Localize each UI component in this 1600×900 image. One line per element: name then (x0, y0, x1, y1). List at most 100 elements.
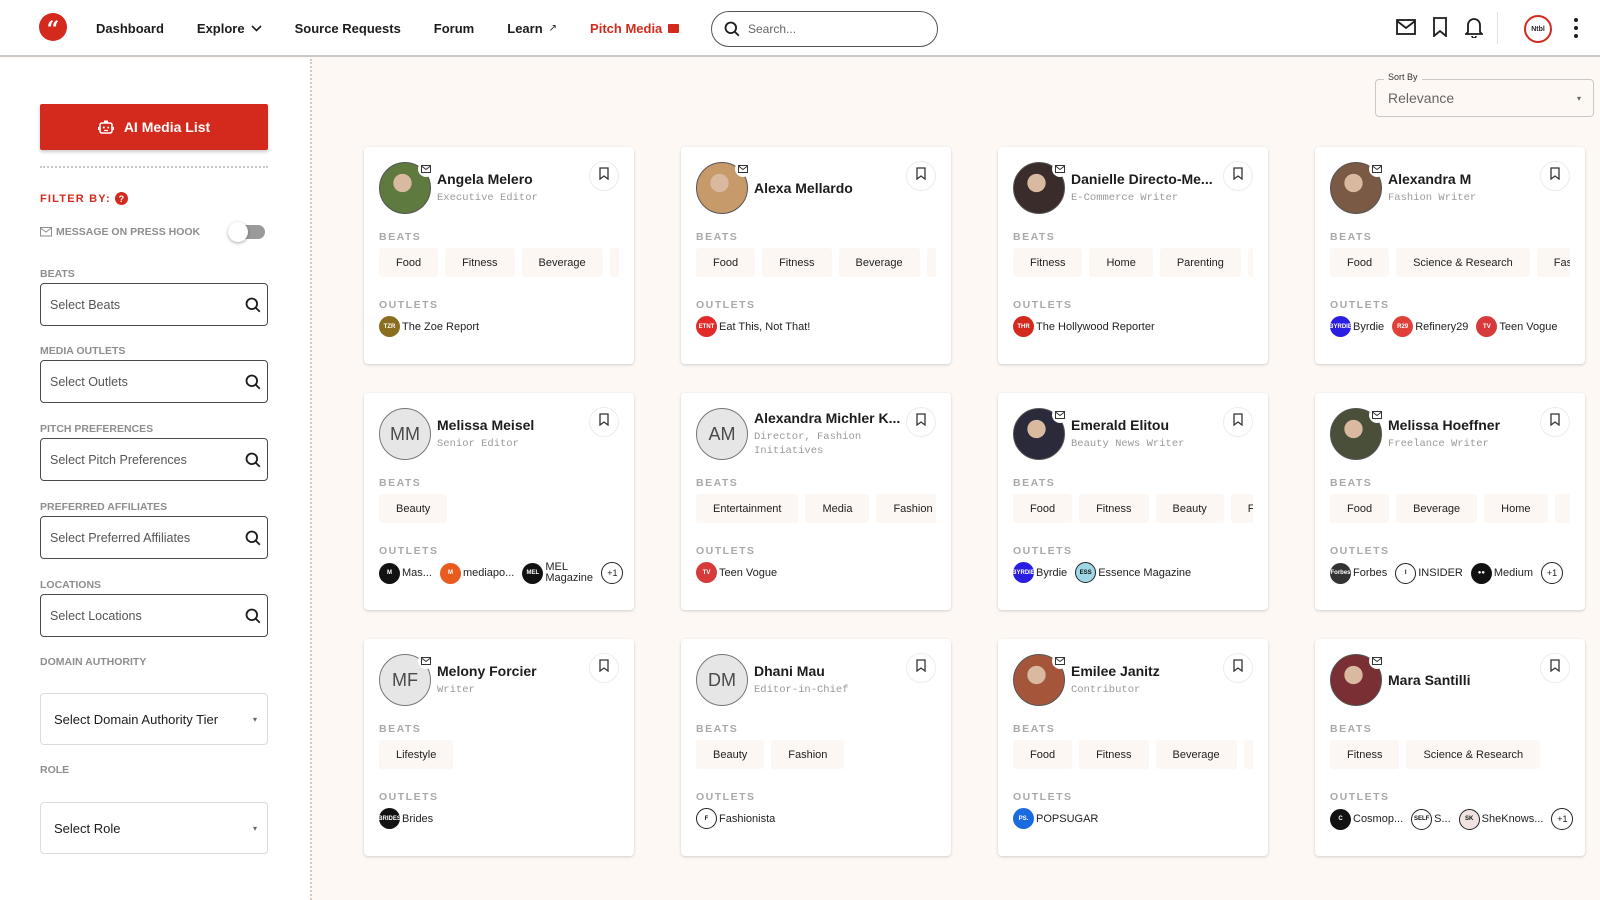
beat-chip[interactable]: E (1243, 740, 1253, 769)
beat-chip[interactable]: Fitness (1079, 740, 1149, 769)
avatar[interactable]: MF (379, 653, 434, 706)
role-select[interactable]: Select Role ▾ (40, 802, 268, 854)
journalist-card[interactable]: MM Melissa Meisel Senior Editor BEATS Beauty… (364, 393, 634, 610)
outlet-item[interactable]: Mmediapo... (439, 562, 514, 584)
journalist-name[interactable]: Alexa Mellardo (754, 180, 904, 196)
ai-media-list-button[interactable]: AI Media List (40, 104, 268, 150)
outlet-item[interactable]: MEL MEL Magazine (522, 562, 593, 584)
beat-chip[interactable]: Fitness (445, 248, 515, 277)
avatar[interactable] (1330, 407, 1385, 460)
bookmark-icon[interactable] (1429, 16, 1451, 38)
journalist-name[interactable]: Danielle Directo-Me... (1071, 171, 1221, 187)
beat-chip[interactable]: Media (805, 494, 870, 523)
outlet-item[interactable]: BYRDIE Byrdie (1330, 316, 1384, 337)
outlet-item[interactable]: F Fashionista (696, 808, 775, 829)
journalist-name[interactable]: Dhani Mau (754, 663, 904, 679)
journalist-card[interactable]: Melissa Hoeffner Freelance Writer BEATS Foo… (1315, 393, 1585, 610)
journalist-name[interactable]: Emilee Janitz (1071, 663, 1221, 679)
outlet-item[interactable]: C Cosmop... (1330, 808, 1403, 830)
bookmark-button[interactable] (1223, 653, 1253, 683)
journalist-name[interactable]: Emerald Elitou (1071, 417, 1221, 433)
bookmark-button[interactable] (1223, 407, 1253, 437)
beat-chip[interactable]: Fitness (1330, 740, 1400, 769)
beat-chip[interactable]: Beverage (1155, 740, 1237, 769)
user-avatar[interactable]: Ntbl (1524, 15, 1552, 43)
outlet-item[interactable]: ESS Essence Magazine (1075, 562, 1191, 583)
outlet-item[interactable]: TV Teen Vogue (1476, 316, 1558, 337)
mail-icon[interactable] (1395, 16, 1417, 38)
beats-filter[interactable] (40, 283, 268, 326)
beat-chip[interactable]: Fashion (876, 494, 936, 523)
outlet-item[interactable]: PS. POPSUGAR (1013, 808, 1098, 829)
beat-chip[interactable]: Parenting (1159, 248, 1241, 277)
outlet-item[interactable]: ETNT Eat This, Not That! (696, 316, 810, 337)
beat-chip[interactable]: Beverage (1396, 494, 1478, 523)
nav-explore[interactable]: Explore (197, 21, 262, 36)
outlet-item[interactable]: ●● Medium (1470, 562, 1533, 584)
beats-filter-input[interactable] (50, 297, 220, 312)
outlet-item[interactable]: SELF S... (1411, 808, 1451, 830)
nav-dashboard[interactable]: Dashboard (96, 21, 164, 36)
avatar[interactable]: DM (696, 654, 748, 706)
more-outlets-button[interactable]: +1 (1551, 808, 1574, 830)
avatar[interactable] (379, 161, 434, 214)
beat-chip[interactable]: T (609, 248, 619, 277)
beat-chip[interactable]: Science & Research (1406, 740, 1541, 769)
more-outlets-button[interactable]: +1 (1541, 562, 1563, 584)
journalist-name[interactable]: Alexandra M (1388, 171, 1538, 187)
beat-chip[interactable]: Home (1484, 494, 1548, 523)
journalist-name[interactable]: Alexandra Michler K... (754, 410, 904, 426)
beat-chip[interactable]: H (1554, 494, 1570, 523)
outlet-item[interactable]: BYRDIE Byrdie (1013, 562, 1067, 583)
journalist-card[interactable]: Danielle Directo-Me... E-Commerce Writer B… (998, 147, 1268, 364)
journalist-card[interactable]: Mara Santilli BEATS Fitness Science & Resea… (1315, 639, 1585, 856)
beat-chip[interactable]: Food (696, 248, 756, 277)
more-outlets-button[interactable]: +1 (601, 562, 624, 584)
bookmark-button[interactable] (589, 407, 619, 437)
beat-chip[interactable]: E (926, 248, 936, 277)
beat-chip[interactable]: Beverage (838, 248, 920, 277)
outlet-item[interactable]: R29 Refinery29 (1392, 316, 1468, 337)
journalist-card[interactable]: Emilee Janitz Contributor BEATS Food Fitness… (998, 639, 1268, 856)
message-on-press-hook-toggle[interactable] (228, 222, 265, 242)
outlet-item[interactable]: SK SheKnows... (1458, 808, 1543, 830)
media-outlets-filter-input[interactable] (50, 374, 220, 389)
beat-chip[interactable]: Fitness (1079, 494, 1149, 523)
help-icon[interactable]: ? (114, 192, 128, 205)
outlet-item[interactable]: TZR The Zoe Report (379, 316, 479, 337)
journalist-card[interactable]: AM Alexandra Michler K... Director, Fashio… (681, 393, 951, 610)
journalist-card[interactable]: Angela Melero Executive Editor BEATS Food Fi… (364, 147, 634, 364)
journalist-name[interactable]: Melissa Meisel (437, 417, 587, 433)
nav-forum[interactable]: Forum (434, 21, 474, 36)
preferred-affiliates-filter[interactable] (40, 516, 268, 559)
beat-chip[interactable]: Beverage (521, 248, 603, 277)
beat-chip[interactable]: Fashion (771, 740, 845, 769)
journalist-name[interactable]: Angela Melero (437, 171, 587, 187)
bookmark-button[interactable] (1540, 407, 1570, 437)
outlet-item[interactable]: TV Teen Vogue (696, 562, 777, 583)
pitch-preferences-filter-input[interactable] (50, 452, 220, 467)
nav-pitch-media[interactable]: Pitch Media (590, 21, 680, 36)
bookmark-button[interactable] (589, 161, 619, 191)
bookmark-button[interactable] (1540, 161, 1570, 191)
preferred-affiliates-filter-input[interactable] (50, 530, 220, 545)
beat-chip[interactable]: Fitness (1013, 248, 1083, 277)
beat-chip[interactable]: Beauty (1155, 494, 1224, 523)
outlet-item[interactable]: THR The Hollywood Reporter (1013, 316, 1155, 337)
more-options-icon[interactable] (1570, 16, 1582, 40)
beat-chip[interactable]: Food (1330, 248, 1390, 277)
media-outlets-filter[interactable] (40, 360, 268, 403)
outlet-item[interactable]: BRIDES Brides (379, 808, 433, 829)
beat-chip[interactable]: Science & Research (1396, 248, 1530, 277)
beat-chip[interactable]: Food (1013, 494, 1073, 523)
avatar[interactable] (1013, 161, 1068, 214)
journalist-card[interactable]: DM Dhani Mau Editor-in-Chief BEATS Beauty Fas… (681, 639, 951, 856)
avatar[interactable] (1330, 161, 1385, 214)
pitch-preferences-filter[interactable] (40, 438, 268, 481)
beat-chip[interactable]: Fashion (1536, 248, 1570, 277)
beat-chip[interactable]: Food (379, 248, 439, 277)
nav-source-requests[interactable]: Source Requests (295, 21, 401, 36)
beat-chip[interactable]: Lifestyle (379, 740, 454, 769)
beat-chip[interactable]: Fas (1230, 494, 1253, 523)
avatar[interactable]: MM (379, 408, 431, 460)
